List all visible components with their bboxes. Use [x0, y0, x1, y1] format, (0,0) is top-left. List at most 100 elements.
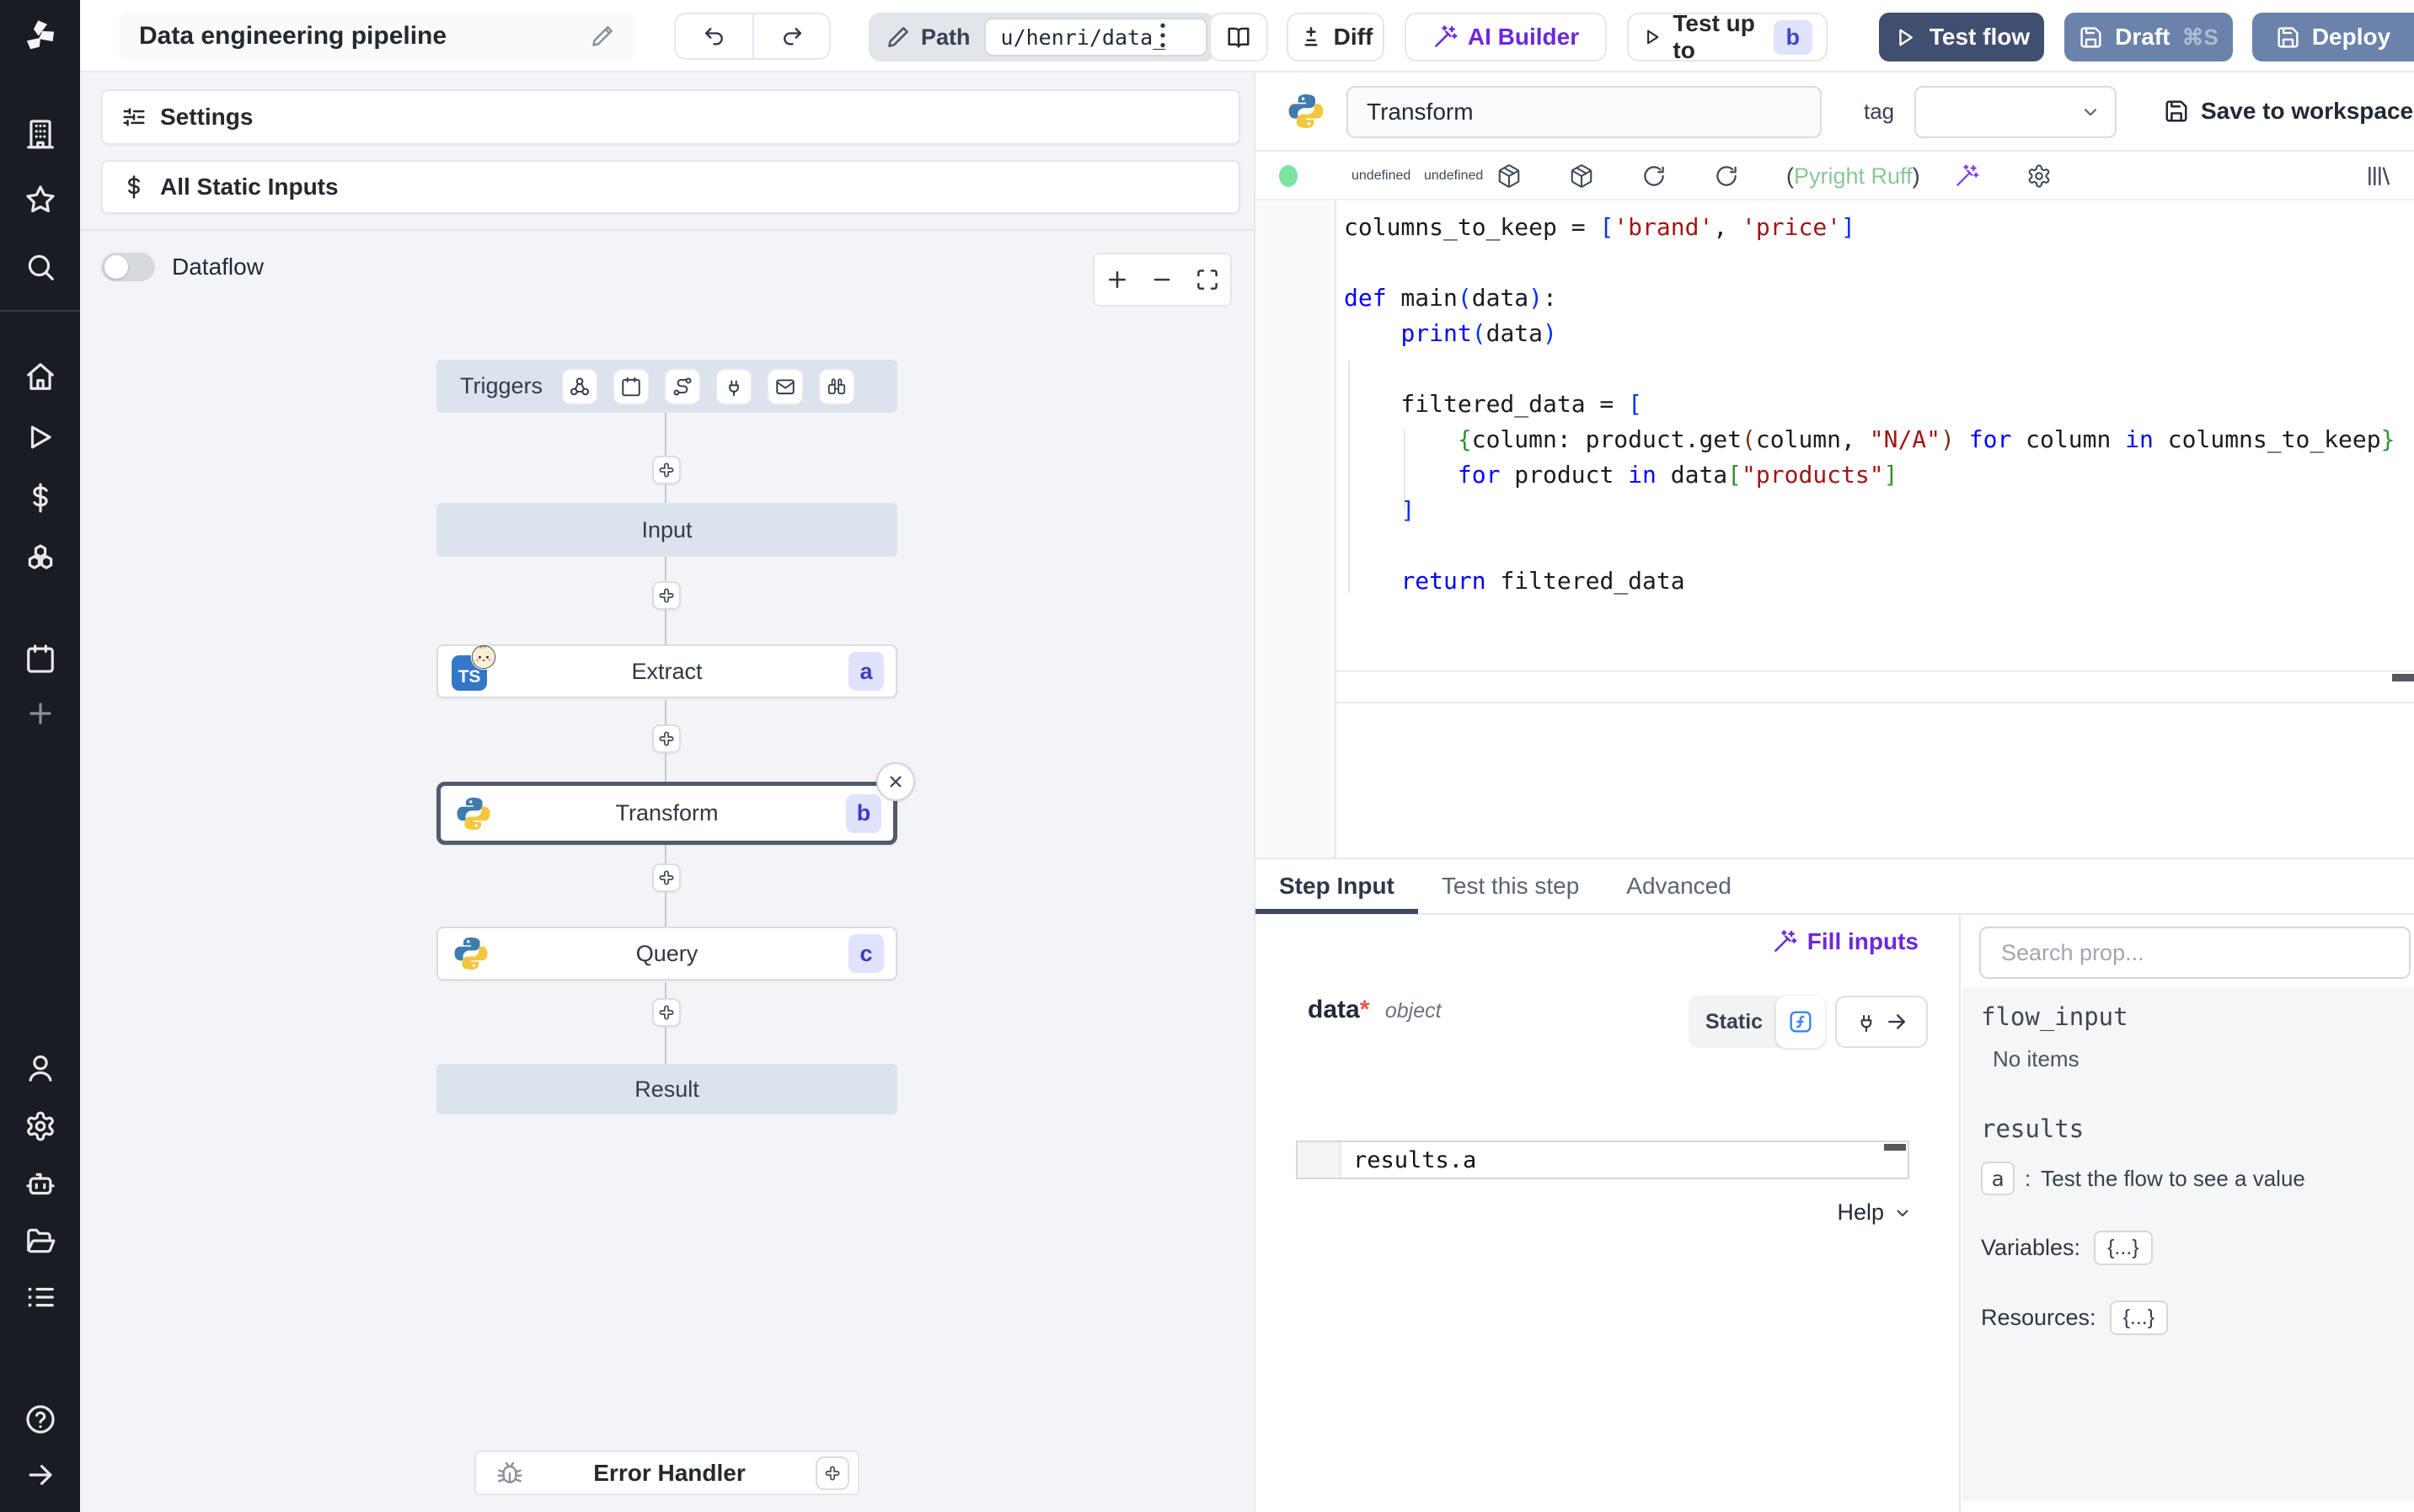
library-icon[interactable] — [2365, 163, 2392, 190]
edit-path-icon — [886, 24, 911, 50]
toolbar-reload-icon[interactable] — [1714, 163, 1786, 189]
triggers-node[interactable]: Triggers — [436, 360, 897, 413]
add-step-button[interactable] — [652, 863, 681, 892]
add-step-button[interactable] — [652, 998, 681, 1027]
undo-button[interactable] — [676, 14, 752, 58]
fit-view-button[interactable] — [1195, 267, 1220, 292]
editor-gutter — [1255, 200, 1336, 858]
trigger-email-icon[interactable] — [767, 367, 805, 405]
zoom-out-button[interactable] — [1149, 267, 1175, 292]
save-to-workspace-button[interactable]: Save to workspace — [2164, 98, 2413, 125]
remove-step-button[interactable] — [876, 762, 915, 801]
all-static-inputs-label: All Static Inputs — [160, 174, 339, 200]
trigger-websocket-icon[interactable] — [715, 367, 753, 405]
trigger-route-icon[interactable] — [664, 367, 702, 405]
sidebar-expand-sidebar-icon[interactable] — [0, 1459, 80, 1491]
zoom-in-button[interactable] — [1105, 267, 1130, 292]
settings-label: Settings — [160, 104, 254, 130]
deploy-button[interactable]: Deploy — [2252, 13, 2414, 61]
toolbar-package-icon[interactable] — [1496, 163, 1569, 189]
field-name: data — [1308, 996, 1360, 1023]
sidebar-workers-icon[interactable] — [0, 1169, 80, 1201]
canvas-zoom-controls — [1093, 253, 1232, 307]
toolbar-variable-icon[interactable]: undefined — [1424, 168, 1496, 184]
sidebar-add-icon[interactable] — [0, 697, 80, 729]
search-prop-input[interactable] — [1979, 927, 2411, 979]
static-mode-label[interactable]: Static — [1705, 1010, 1763, 1034]
add-step-button[interactable] — [652, 724, 681, 753]
sidebar-audit-logs-icon[interactable] — [0, 1281, 80, 1313]
sidebar-star-icon[interactable] — [0, 184, 80, 216]
editor-scrollbar[interactable] — [1336, 671, 2414, 703]
edit-title-icon[interactable] — [590, 24, 615, 49]
toolbar-package-icon[interactable] — [1569, 163, 1641, 189]
flow-input-key[interactable]: flow_input — [1981, 1002, 2414, 1031]
more-menu-icon[interactable] — [1146, 19, 1180, 56]
sidebar-settings-icon[interactable] — [0, 1110, 80, 1142]
input-expression-editor[interactable]: results.a — [1296, 1141, 1909, 1179]
toolbar-ai-wand-icon[interactable] — [1954, 163, 2026, 189]
sidebar-search-icon[interactable] — [0, 251, 80, 283]
result-separator: : — [2025, 1165, 2031, 1191]
resources-object-chip[interactable]: {...} — [2109, 1301, 2169, 1335]
add-error-handler-button[interactable] — [816, 1456, 849, 1490]
ai-builder-button[interactable]: AI Builder — [1405, 13, 1607, 61]
sidebar-help-icon[interactable] — [0, 1403, 80, 1435]
trigger-schedule-icon[interactable] — [613, 367, 650, 405]
javascript-mode-button[interactable] — [1776, 996, 1826, 1048]
connect-input-button[interactable] — [1835, 996, 1928, 1048]
variables-object-chip[interactable]: {...} — [2094, 1231, 2153, 1265]
trigger-webhook-icon[interactable] — [561, 367, 599, 405]
toolbar-variable-icon[interactable]: undefined — [1352, 168, 1424, 184]
scrollbar-thumb[interactable] — [2392, 674, 2414, 681]
dataflow-toggle[interactable] — [101, 253, 155, 281]
tab-step-input[interactable]: Step Input — [1255, 858, 1418, 914]
tag-select[interactable] — [1914, 86, 2117, 138]
code-line: print(data) — [1400, 319, 1557, 347]
sidebar-building-icon[interactable] — [0, 118, 80, 150]
assistant-status-dot — [1279, 165, 1298, 187]
tab-test-this-step[interactable]: Test this step — [1418, 858, 1603, 914]
sidebar-home-icon[interactable] — [0, 361, 80, 393]
code-editor[interactable]: columns_to_keep = ['brand', 'price'] def… — [1255, 200, 2414, 859]
flow-title: Data engineering pipeline — [139, 22, 447, 50]
step-node-transform-selected[interactable]: Transform b — [436, 782, 897, 845]
help-toggle[interactable]: Help — [1837, 1199, 1913, 1226]
sidebar-user-icon[interactable] — [0, 1052, 80, 1084]
result-key-chip[interactable]: a — [1981, 1162, 2015, 1195]
toolbar-gear-icon[interactable] — [2026, 163, 2099, 189]
sidebar-schedules-icon[interactable] — [0, 643, 80, 675]
flow-settings-button[interactable]: Settings — [101, 89, 1240, 145]
input-node[interactable]: Input — [436, 503, 897, 557]
result-node[interactable]: Result — [436, 1064, 897, 1114]
add-step-button[interactable] — [652, 456, 681, 484]
add-step-button[interactable] — [652, 581, 681, 610]
draft-button[interactable]: Draft ⌘S — [2064, 13, 2233, 61]
expression-gutter — [1298, 1142, 1341, 1178]
trigger-poll-icon[interactable] — [818, 367, 856, 405]
sidebar-variables-icon[interactable] — [0, 482, 80, 514]
redo-button[interactable] — [752, 14, 829, 58]
sidebar-folders-icon[interactable] — [0, 1225, 80, 1257]
error-handler-node[interactable]: Error Handler — [474, 1451, 859, 1495]
sidebar-runs-icon[interactable] — [0, 421, 80, 453]
code-line: return filtered_data — [1400, 567, 1685, 595]
test-flow-button[interactable]: Test flow — [1879, 13, 2044, 61]
step-name-input[interactable] — [1346, 86, 1822, 138]
all-static-inputs-button[interactable]: All Static Inputs — [101, 160, 1240, 214]
windmill-logo[interactable] — [0, 0, 80, 72]
step-node-query[interactable]: Query c — [436, 927, 897, 980]
test-up-to-button[interactable]: Test up to b — [1627, 10, 1828, 63]
tab-advanced[interactable]: Advanced — [1603, 858, 1755, 914]
results-key[interactable]: results — [1981, 1114, 2414, 1143]
fill-inputs-button[interactable]: Fill inputs — [1772, 928, 1919, 955]
toolbar-reload-icon[interactable] — [1641, 163, 1714, 189]
input-expression[interactable]: results.a — [1341, 1142, 1908, 1178]
sidebar-resources-icon[interactable] — [0, 542, 80, 574]
deploy-label: Deploy — [2311, 24, 2391, 50]
docs-button[interactable] — [1209, 13, 1268, 61]
lint-status: (Pyright Ruff) — [1786, 163, 1920, 189]
step-node-extract[interactable]: TS Extract a — [436, 644, 897, 698]
diff-button[interactable]: Diff — [1287, 13, 1384, 61]
